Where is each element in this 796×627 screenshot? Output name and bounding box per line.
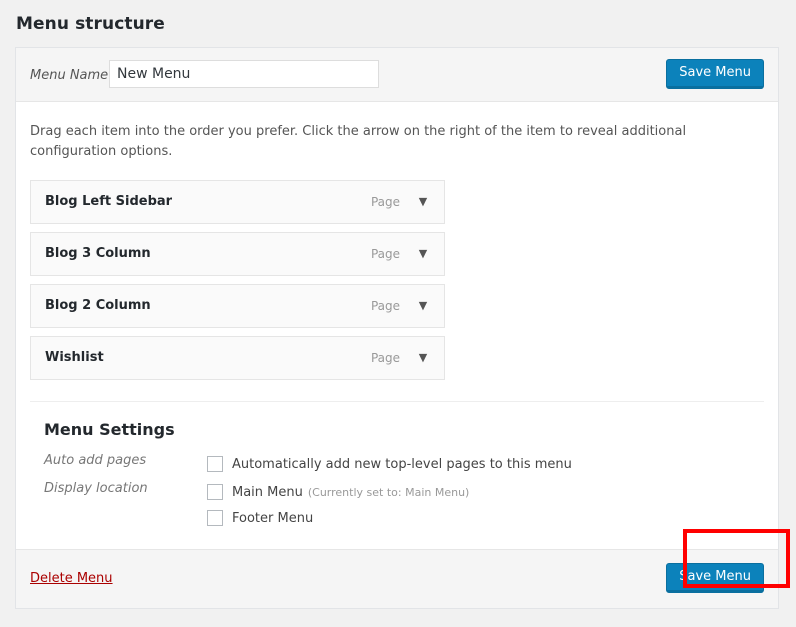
menu-items-list: Blog Left Sidebar Page ▼ Blog 3 Column P… xyxy=(30,180,445,380)
display-location-main-menu-line[interactable]: Main Menu (Currently set to: Main Menu) xyxy=(207,479,764,505)
menu-item-title: Blog 3 Column xyxy=(45,246,151,261)
menu-name-label: Menu Name xyxy=(30,68,108,83)
menu-item-title: Blog Left Sidebar xyxy=(45,194,172,209)
settings-divider xyxy=(30,401,764,402)
menu-item[interactable]: Wishlist Page ▼ xyxy=(30,336,445,380)
display-location-main-menu-label[interactable]: Main Menu xyxy=(232,485,303,500)
menu-structure-card: Menu Name Save Menu Drag each item into … xyxy=(15,47,779,609)
auto-add-pages-controls: Automatically add new top-level pages to… xyxy=(207,451,764,479)
menu-item-type: Page xyxy=(371,247,400,261)
page-title: Menu structure xyxy=(16,14,165,34)
display-location-label: Display location xyxy=(44,481,194,496)
display-location-row: Display location Main Menu (Currently se… xyxy=(44,479,764,533)
menu-item-title: Wishlist xyxy=(45,350,104,365)
auto-add-pages-row: Auto add pages Automatically add new top… xyxy=(44,451,764,479)
delete-menu-link[interactable]: Delete Menu xyxy=(30,571,113,586)
display-location-footer-menu-line[interactable]: Footer Menu xyxy=(207,505,764,531)
menu-item-type: Page xyxy=(371,195,400,209)
chevron-down-icon[interactable]: ▼ xyxy=(416,247,430,261)
menu-item-type: Page xyxy=(371,299,400,313)
menu-item[interactable]: Blog 2 Column Page ▼ xyxy=(30,284,445,328)
save-menu-button-top[interactable]: Save Menu xyxy=(666,59,764,89)
menu-card-footer: Delete Menu Save Menu xyxy=(16,549,778,608)
auto-add-pages-checkbox-line[interactable]: Automatically add new top-level pages to… xyxy=(207,451,764,477)
menu-item[interactable]: Blog Left Sidebar Page ▼ xyxy=(30,180,445,224)
menu-item-type: Page xyxy=(371,351,400,365)
chevron-down-icon[interactable]: ▼ xyxy=(416,351,430,365)
display-location-footer-menu-checkbox[interactable] xyxy=(207,510,223,526)
drag-instructions: Drag each item into the order you prefer… xyxy=(30,122,764,161)
menu-item-title: Blog 2 Column xyxy=(45,298,151,313)
chevron-down-icon[interactable]: ▼ xyxy=(416,299,430,313)
display-location-main-menu-note: (Currently set to: Main Menu) xyxy=(308,486,469,499)
auto-add-pages-label: Auto add pages xyxy=(44,453,194,468)
save-menu-button-bottom[interactable]: Save Menu xyxy=(666,563,764,593)
display-location-controls: Main Menu (Currently set to: Main Menu) … xyxy=(207,479,764,533)
menu-structure-body: Drag each item into the order you prefer… xyxy=(16,102,778,533)
display-location-main-menu-checkbox[interactable] xyxy=(207,484,223,500)
menu-name-input[interactable] xyxy=(109,60,379,88)
menu-item[interactable]: Blog 3 Column Page ▼ xyxy=(30,232,445,276)
auto-add-pages-checkbox-label[interactable]: Automatically add new top-level pages to… xyxy=(232,457,572,472)
display-location-footer-menu-label[interactable]: Footer Menu xyxy=(232,511,313,526)
menu-name-header: Menu Name Save Menu xyxy=(16,48,778,102)
chevron-down-icon[interactable]: ▼ xyxy=(416,195,430,209)
menu-settings-title: Menu Settings xyxy=(44,420,764,439)
auto-add-pages-checkbox[interactable] xyxy=(207,456,223,472)
